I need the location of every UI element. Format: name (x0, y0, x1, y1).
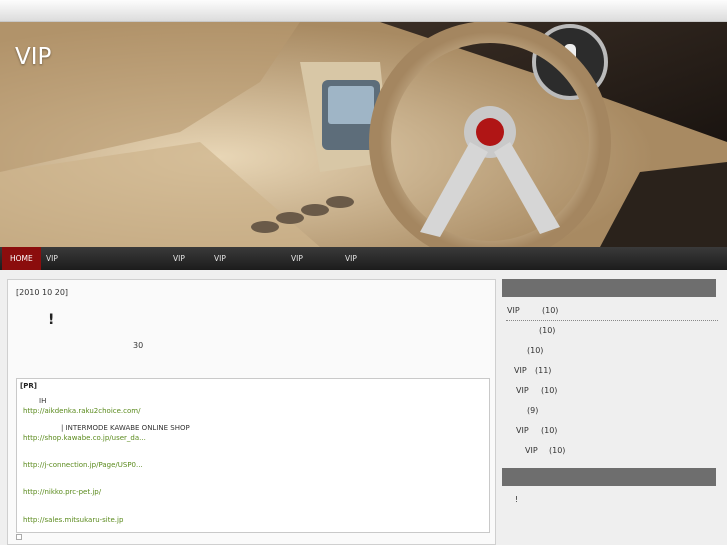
post-headline[interactable]: ! (48, 312, 54, 328)
sidebar-second-text[interactable]: ! (515, 495, 518, 504)
pr-link[interactable]: http://aikdenka.raku2choice.com/ (23, 407, 140, 415)
pr-box: [PR] IH http://aikdenka.raku2choice.com/… (16, 378, 490, 533)
car-interior-image (0, 22, 727, 247)
post-body-number: 30 (133, 341, 144, 350)
nav-item-3[interactable]: VIP (214, 247, 226, 270)
sidebar-category-count: (10) (541, 426, 558, 435)
nav-item-5[interactable]: VIP (345, 247, 357, 270)
pr-text: IH (39, 397, 47, 405)
sidebar-category-count[interactable]: (9) (527, 406, 538, 415)
sidebar-category-count: (10) (542, 306, 559, 315)
sidebar-category-count[interactable]: (10) (539, 326, 555, 335)
sidebar-category-item[interactable]: VIP (516, 426, 529, 435)
pr-link[interactable]: http://nikko.prc-pet.jp/ (23, 488, 101, 496)
sidebar-category-item[interactable]: VIP (514, 366, 527, 375)
category-label: VIP (507, 306, 520, 315)
nav-item-4[interactable]: VIP (291, 247, 303, 270)
sidebar-category-item[interactable]: VIP (507, 306, 520, 315)
category-label: VIP (514, 366, 527, 375)
category-label: VIP (525, 446, 538, 455)
sidebar-category-count: (11) (535, 366, 552, 375)
nav-item-1[interactable]: VIP (46, 247, 58, 270)
sidebar-category-count: (10) (541, 386, 558, 395)
sidebar-category-count[interactable]: (10) (527, 346, 543, 355)
header-banner: VIP (0, 22, 727, 247)
category-label: VIP (516, 386, 529, 395)
sidebar-category-item[interactable]: VIP (525, 446, 538, 455)
checkbox-icon[interactable] (16, 534, 22, 540)
pr-link[interactable]: http://shop.kawabe.co.jp/user_da... (23, 434, 146, 442)
post-container: [2010 10 20] ! 30 [PR] IH http://aikdenk… (7, 279, 496, 545)
pr-link[interactable]: http://j-connection.jp/Page/USP0... (23, 461, 143, 469)
divider (506, 320, 718, 321)
sidebar-category-item[interactable]: VIP (516, 386, 529, 395)
sidebar-category-count: (10) (549, 446, 566, 455)
post-date: [2010 10 20] (16, 288, 69, 297)
nav-item-2[interactable]: VIP (173, 247, 185, 270)
sidebar-category-header (502, 279, 716, 297)
sidebar-second-header (502, 468, 716, 486)
main-nav: HOME VIP VIP VIP VIP VIP (0, 247, 727, 270)
category-label: VIP (516, 426, 529, 435)
browser-top-bar (0, 0, 727, 22)
site-title[interactable]: VIP (15, 44, 51, 70)
pr-title: [PR] (20, 382, 37, 390)
pr-text: | INTERMODE KAWABE ONLINE SHOP (61, 424, 190, 432)
pr-link[interactable]: http://sales.mitsukaru-site.jp (23, 516, 123, 524)
nav-home[interactable]: HOME (2, 247, 41, 270)
